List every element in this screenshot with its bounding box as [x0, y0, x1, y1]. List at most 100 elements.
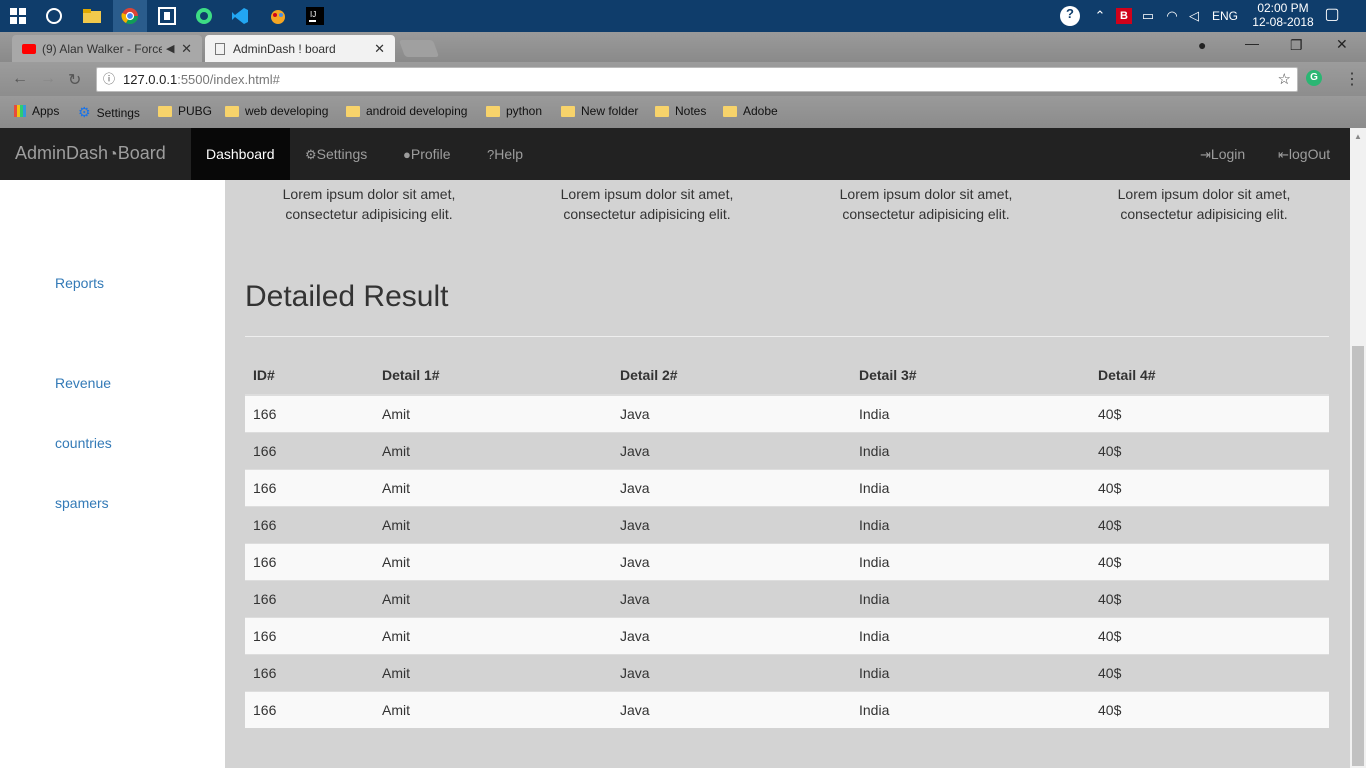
table-cell: 166 [245, 542, 374, 580]
wifi-icon[interactable]: ◠ [1164, 8, 1180, 24]
bookmark-apps[interactable]: Apps [14, 104, 59, 118]
column-header: Detail 1# [374, 356, 612, 396]
table-cell: Java [612, 690, 851, 728]
notifications-icon[interactable]: ▢ [1324, 7, 1340, 23]
table-cell: Java [612, 653, 851, 691]
tab-title: AdminDash ! board [233, 41, 336, 56]
table-cell: 166 [245, 579, 374, 617]
table-row: 166 Amit Java India 40$ [245, 616, 1329, 654]
info-icon[interactable]: ⓘ [103, 68, 115, 91]
bookmark-label: Adobe [743, 104, 778, 118]
table-cell: 166 [245, 690, 374, 728]
page-scrollbar[interactable]: ▲ [1350, 128, 1366, 768]
nav-logout[interactable]: ⇤logOut [1278, 128, 1330, 180]
battery-icon[interactable]: ▭ [1140, 8, 1156, 24]
table-cell: Amit [374, 431, 612, 469]
bookmark-new-folder[interactable]: New folder [561, 104, 638, 118]
table-cell: 40$ [1090, 579, 1329, 617]
table-cell: 40$ [1090, 505, 1329, 543]
results-table: ID# Detail 1# Detail 2# Detail 3# Detail… [245, 356, 1329, 728]
android-icon[interactable] [192, 4, 216, 28]
bookmark-label: python [506, 104, 543, 118]
column-header: Detail 3# [851, 356, 1090, 396]
nav-settings[interactable]: ⚙Settings [305, 128, 367, 180]
table-header-row: ID# Detail 1# Detail 2# Detail 3# Detail… [245, 356, 1329, 396]
bookmark-adobe[interactable]: Adobe [723, 104, 778, 118]
minimize-icon[interactable]: — [1245, 35, 1259, 51]
gear-icon: ⚙ [78, 104, 91, 120]
table-cell: India [851, 542, 1090, 580]
bookmark-python[interactable]: python [486, 104, 542, 118]
table-row: 166 Amit Java India 40$ [245, 690, 1329, 728]
forward-icon[interactable]: → [40, 70, 56, 88]
folder-icon [158, 105, 172, 117]
nav-profile[interactable]: ●Profile [403, 128, 451, 180]
bookmark-label: New folder [581, 104, 639, 118]
windows-start-icon[interactable] [6, 4, 30, 28]
table-cell: Java [612, 616, 851, 654]
close-window-icon[interactable]: ✕ [1336, 36, 1348, 53]
nav-login[interactable]: ⇥Login [1200, 128, 1245, 180]
login-icon: ⇥ [1200, 147, 1211, 162]
back-icon[interactable]: ← [12, 70, 28, 88]
menu-icon[interactable]: ⋮ [1344, 69, 1360, 89]
app-icon[interactable] [155, 4, 179, 28]
reload-icon[interactable]: ↻ [68, 70, 81, 90]
cortana-icon[interactable] [42, 4, 66, 28]
folder-icon [723, 105, 737, 117]
bookmark-star-icon[interactable]: ☆ [1278, 68, 1291, 91]
bookmark-settings[interactable]: ⚙ Settings [78, 104, 140, 121]
chevron-up-icon[interactable]: ⌃ [1092, 8, 1108, 24]
scrollbar-thumb[interactable] [1352, 346, 1364, 766]
chrome-icon[interactable] [113, 0, 147, 32]
audio-icon[interactable]: ◀ [166, 42, 174, 55]
profile-icon[interactable]: ● [1198, 37, 1206, 53]
close-tab-icon[interactable]: ✕ [374, 41, 385, 57]
sidebar-item-spamers[interactable]: spamers [55, 495, 109, 511]
tab-admindash[interactable]: AdminDash ! board ✕ [205, 35, 395, 62]
column-header: Detail 4# [1090, 356, 1329, 396]
bookmark-pubg[interactable]: PUBG [158, 104, 212, 118]
sidebar-item-countries[interactable]: countries [55, 435, 112, 451]
close-tab-icon[interactable]: ✕ [181, 41, 192, 57]
placeholder-line: Lorem ipsum dolor sit amet, [839, 186, 1013, 202]
new-tab-button[interactable] [398, 40, 440, 57]
table-cell: Java [612, 468, 851, 506]
bookmark-notes[interactable]: Notes [655, 104, 706, 118]
brand-logo[interactable]: AdminDash◔Board [15, 143, 166, 164]
address-bar[interactable]: ⓘ 127.0.0.1:5500/index.html# ☆ [96, 67, 1298, 92]
table-row: 166 Amit Java India 40$ [245, 579, 1329, 617]
table-cell: 166 [245, 616, 374, 654]
volume-icon[interactable]: ◁ [1186, 8, 1202, 24]
paint-icon[interactable] [266, 4, 290, 28]
table-cell: 40$ [1090, 542, 1329, 580]
placeholder-line: consectetur adipisicing elit. [563, 206, 731, 222]
table-row: 166 Amit Java India 40$ [245, 653, 1329, 691]
table-cell: 40$ [1090, 468, 1329, 506]
clock-date: 12-08-2018 [1252, 15, 1314, 29]
nav-dashboard[interactable]: Dashboard [191, 128, 290, 180]
sidebar-item-revenue[interactable]: Revenue [55, 375, 111, 391]
grammarly-icon[interactable]: G [1306, 70, 1322, 86]
app-tray-icon[interactable]: B [1116, 8, 1132, 24]
language-indicator[interactable]: ENG [1212, 9, 1238, 23]
scroll-up-icon[interactable]: ▲ [1354, 132, 1362, 141]
restore-icon[interactable]: ❐ [1290, 37, 1303, 54]
tab-youtube[interactable]: (9) Alan Walker - Force ◀ ✕ [12, 35, 202, 62]
intellij-icon[interactable]: IJ [303, 4, 327, 28]
nav-label: logOut [1288, 146, 1331, 162]
placeholder-text: Lorem ipsum dolor sit amet, consectetur … [1079, 184, 1329, 224]
bookmark-android-developing[interactable]: android developing [346, 104, 467, 118]
vscode-icon[interactable] [228, 4, 252, 28]
bookmark-web-developing[interactable]: web developing [225, 104, 328, 118]
table-row: 166 Amit Java India 40$ [245, 394, 1329, 432]
apps-grid-icon [14, 105, 26, 117]
table-cell: Java [612, 579, 851, 617]
sidebar-item-reports[interactable]: Reports [55, 275, 104, 291]
table-row: 166 Amit Java India 40$ [245, 505, 1329, 543]
help-tray-icon[interactable]: ? [1060, 6, 1080, 26]
system-clock[interactable]: 02:00 PM 12-08-2018 [1248, 1, 1318, 29]
file-explorer-icon[interactable] [80, 4, 104, 28]
placeholder-line: Lorem ipsum dolor sit amet, [1117, 186, 1291, 202]
nav-help[interactable]: ?Help [487, 128, 523, 180]
